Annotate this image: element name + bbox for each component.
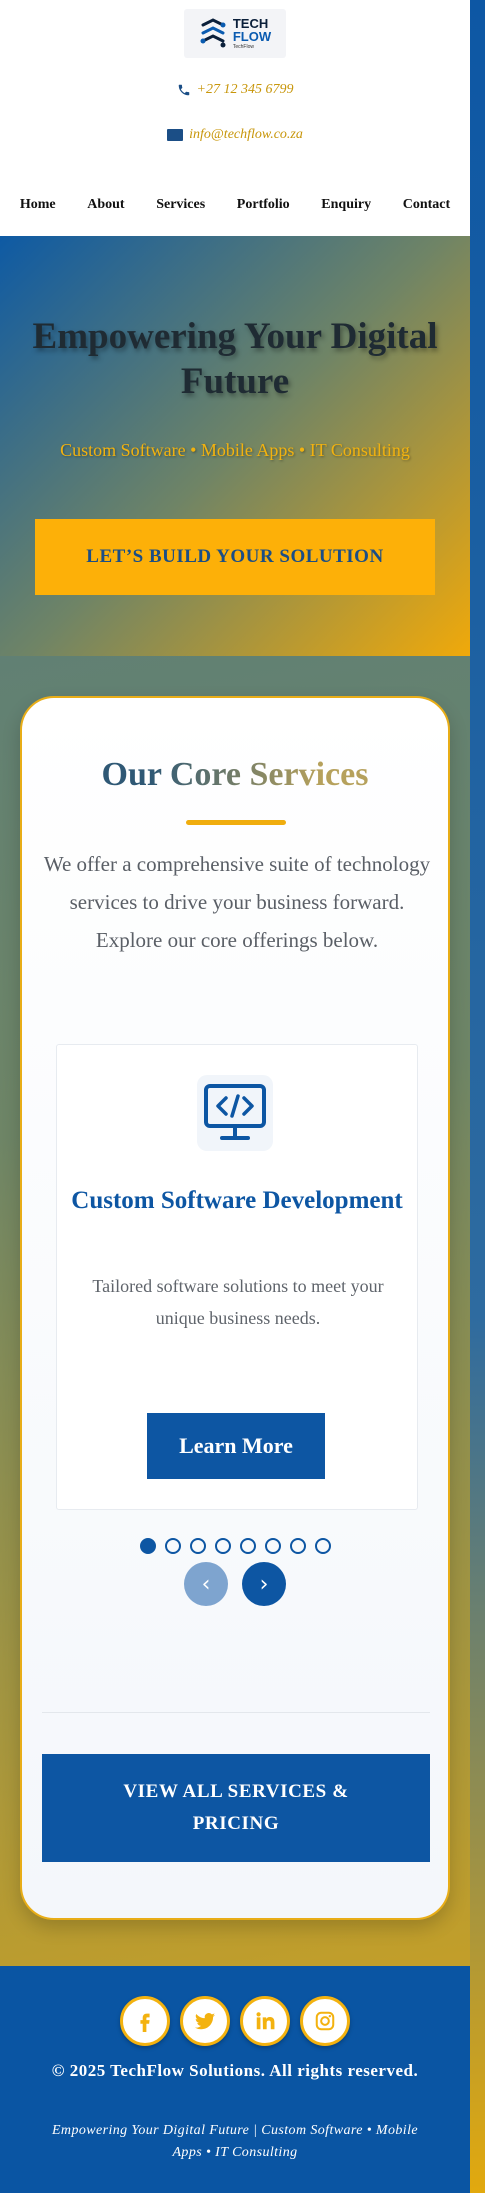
nav-item-enquiry[interactable]: Enquiry (321, 197, 371, 213)
instagram-icon[interactable] (300, 1996, 350, 2046)
carousel-prev-button[interactable]: ‹ (184, 1562, 228, 1606)
view-all-services-button[interactable]: VIEW ALL SERVICES & PRICING (42, 1754, 430, 1862)
services-intro: We offer a comprehensive suite of techno… (43, 852, 431, 952)
service-slide: Custom Software Development Tailored sof… (56, 1044, 418, 1510)
title-underline (186, 820, 286, 825)
build-solution-button[interactable]: LET’S BUILD YOUR SOLUTION (35, 519, 435, 595)
carousel-dots (22, 1538, 448, 1554)
site-logo[interactable]: TECH FLOW TechFlow (184, 9, 286, 58)
footer-tagline: Empowering Your Digital Future | Custom … (51, 2123, 418, 2160)
services-title: Our Core Services (22, 756, 448, 794)
phone-number: +27 12 345 6799 (196, 82, 294, 97)
carousel-nav: ‹ › (22, 1562, 448, 1606)
carousel-dot-3[interactable] (189, 1538, 206, 1554)
logo-text-small: TechFlow (232, 44, 254, 50)
contact-email[interactable]: info@techflow.co.za (0, 123, 470, 147)
facebook-icon[interactable] (120, 1996, 170, 2046)
copyright-text: © 2025 TechFlow Solutions. All rights re… (51, 2061, 419, 2080)
learn-more-button[interactable]: Learn More (147, 1413, 325, 1479)
site-footer: © 2025 TechFlow Solutions. All rights re… (0, 1966, 470, 2193)
carousel-dot-7[interactable] (289, 1538, 306, 1554)
hero-subtitle: Custom Software • Mobile Apps • IT Consu… (60, 440, 410, 460)
logo-mark-icon (200, 17, 226, 47)
logo-text-flow: FLOW (232, 29, 272, 44)
email-address: info@techflow.co.za (189, 127, 303, 142)
hero-section: Empowering Your Digital Future Custom So… (0, 236, 470, 656)
main-nav: Home About Services Portfolio Enquiry Co… (0, 190, 470, 220)
contact-phone[interactable]: +27 12 345 6799 (0, 78, 470, 102)
nav-item-services[interactable]: Services (156, 197, 205, 213)
carousel-dot-2[interactable] (164, 1538, 181, 1554)
carousel-dot-1[interactable] (139, 1538, 156, 1554)
services-card: Our Core Services We offer a comprehensi… (20, 696, 450, 1920)
code-monitor-icon (197, 1075, 273, 1151)
nav-item-contact[interactable]: Contact (403, 197, 450, 213)
phone-icon (178, 84, 189, 96)
scrollbar[interactable] (470, 0, 485, 2193)
linkedin-icon[interactable] (240, 1996, 290, 2046)
envelope-icon (167, 129, 184, 141)
nav-item-about[interactable]: About (87, 197, 124, 213)
twitter-icon[interactable] (180, 1996, 230, 2046)
nav-item-home[interactable]: Home (20, 197, 56, 213)
carousel-next-button[interactable]: › (242, 1562, 286, 1606)
nav-item-portfolio[interactable]: Portfolio (237, 197, 290, 213)
site-header: TECH FLOW TechFlow +27 12 345 6799 info@… (0, 0, 470, 236)
carousel-dot-6[interactable] (264, 1538, 281, 1554)
carousel-dot-4[interactable] (214, 1538, 231, 1554)
slide-title: Custom Software Development (71, 1187, 403, 1214)
card-divider (42, 1712, 430, 1713)
carousel-dot-8[interactable] (314, 1538, 331, 1554)
hero-title: Empowering Your Digital Future (32, 316, 438, 403)
slide-description: Tailored software solutions to meet your… (92, 1276, 384, 1328)
social-links (0, 1996, 470, 2046)
carousel-dot-5[interactable] (239, 1538, 256, 1554)
